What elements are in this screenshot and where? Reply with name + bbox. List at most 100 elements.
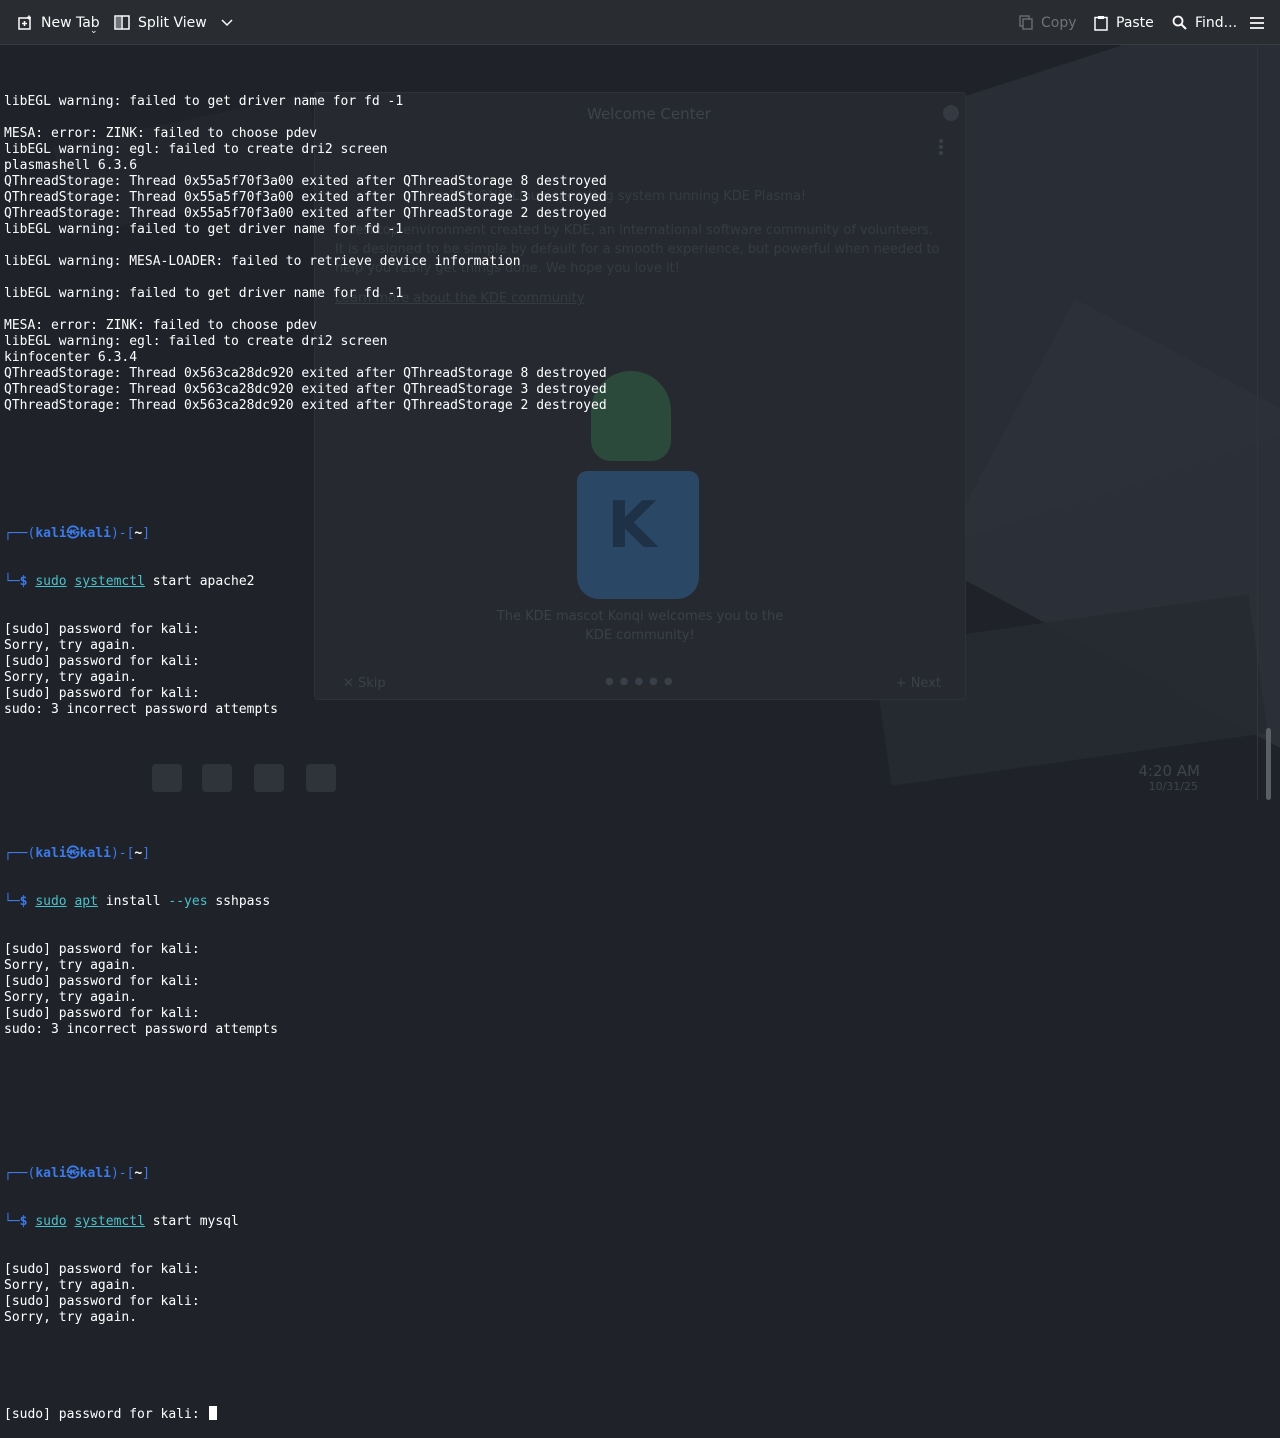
scrollbar[interactable] <box>1257 46 1280 800</box>
terminal-line: Sorry, try again. <box>4 958 138 973</box>
hamburger-menu-icon <box>1250 16 1264 29</box>
terminal-line: libEGL warning: MESA-LOADER: failed to r… <box>4 254 521 269</box>
cmd-sudo: sudo <box>35 894 67 909</box>
terminal-line: QThreadStorage: Thread 0x55a5f70f3a00 ex… <box>4 190 607 205</box>
terminal-line: QThreadStorage: Thread 0x563ca28dc920 ex… <box>4 382 607 397</box>
terminal-line: Sorry, try again. <box>4 1310 138 1325</box>
prompt-box-top: ┌──( <box>4 846 36 861</box>
prompt-line-top: ┌──(kali㉿kali)-[~] <box>4 526 1254 542</box>
terminal-line: QThreadStorage: Thread 0x563ca28dc920 ex… <box>4 366 607 381</box>
prompt-dollar: $ <box>19 894 36 909</box>
command-output: [sudo] password for kali: Sorry, try agai… <box>4 942 1254 1054</box>
paste-label: Paste <box>1116 14 1154 31</box>
chevron-down-icon <box>221 18 233 26</box>
prompt-dollar: $ <box>19 1214 36 1229</box>
command-line: └─$ sudo systemctl start apache2 <box>4 574 1254 590</box>
command-output: [sudo] password for kali: Sorry, try agai… <box>4 622 1254 734</box>
cmd-prog: systemctl <box>74 1214 145 1229</box>
terminal-line: libEGL warning: failed to get driver nam… <box>4 286 404 301</box>
chevron-down-icon[interactable]: ⌄ <box>90 26 98 36</box>
cmd-sudo: sudo <box>35 574 67 589</box>
active-input-line[interactable]: [sudo] password for kali: <box>4 1406 1254 1422</box>
split-view-button[interactable]: Split View <box>114 0 233 45</box>
terminal-line: Sorry, try again. <box>4 670 138 685</box>
prompt-dir: ~ <box>134 846 143 861</box>
cmd-prog: apt <box>74 894 98 909</box>
split-view-label: Split View <box>138 14 207 31</box>
cmd-args: start mysql <box>144 1214 239 1229</box>
prompt-box-bottom: └─ <box>4 894 20 909</box>
terminal-line: Sorry, try again. <box>4 990 138 1005</box>
prompt-box-top: ┌──( <box>4 1166 36 1181</box>
prompt-user: kali㉿kali <box>35 1166 111 1181</box>
terminal-line: QThreadStorage: Thread 0x563ca28dc920 ex… <box>4 398 607 413</box>
prompt-user: kali㉿kali <box>35 846 111 861</box>
command-block: ┌──(kali㉿kali)-[~] └─$ sudo systemctl st… <box>4 494 1254 766</box>
terminal-line: Sorry, try again. <box>4 1278 138 1293</box>
search-icon <box>1172 15 1187 30</box>
copy-button[interactable]: Copy <box>1019 0 1077 45</box>
terminal-line: QThreadStorage: Thread 0x55a5f70f3a00 ex… <box>4 206 607 221</box>
copy-label: Copy <box>1041 14 1077 31</box>
terminal-line: QThreadStorage: Thread 0x55a5f70f3a00 ex… <box>4 174 607 189</box>
prompt-dir: ~ <box>134 1166 143 1181</box>
prompt-line-top: ┌──(kali㉿kali)-[~] <box>4 1166 1254 1182</box>
terminal-line: [sudo] password for kali: <box>4 622 200 637</box>
terminal-line: libEGL warning: failed to get driver nam… <box>4 222 404 237</box>
log-lines: libEGL warning: failed to get driver nam… <box>4 94 1254 430</box>
prompt-bracket: )-[ <box>110 526 135 541</box>
terminal-line: Sorry, try again. <box>4 638 138 653</box>
prompt-bracket-end: ] <box>142 846 151 861</box>
paste-button[interactable]: Paste <box>1094 0 1154 45</box>
terminal-line: kinfocenter 6.3.4 <box>4 350 138 365</box>
copy-icon <box>1019 15 1033 30</box>
prompt-line-top: ┌──(kali㉿kali)-[~] <box>4 846 1254 862</box>
terminal-line: [sudo] password for kali: <box>4 654 200 669</box>
terminal-line: [sudo] password for kali: <box>4 686 200 701</box>
prompt-box-bottom: └─ <box>4 574 20 589</box>
cmd-prog: systemctl <box>74 574 145 589</box>
command-line: └─$ sudo apt install --yes sshpass <box>4 894 1254 910</box>
plus-square-icon <box>18 15 31 30</box>
terminal-line: plasmashell 6.3.6 <box>4 158 138 173</box>
terminal-output[interactable]: libEGL warning: failed to get driver nam… <box>4 62 1254 1438</box>
command-block: ┌──(kali㉿kali)-[~] └─$ sudo systemctl st… <box>4 1134 1254 1358</box>
command-output: [sudo] password for kali: Sorry, try agai… <box>4 1262 1254 1326</box>
password-prompt: [sudo] password for kali: <box>4 1407 208 1422</box>
command-history: ┌──(kali㉿kali)-[~] └─$ sudo systemctl st… <box>4 462 1254 1374</box>
terminal-line: [sudo] password for kali: <box>4 1006 200 1021</box>
new-tab-button[interactable]: New Tab <box>18 0 100 45</box>
terminal-line: MESA: error: ZINK: failed to choose pdev <box>4 318 318 333</box>
text-cursor <box>208 1406 217 1420</box>
terminal-line: sudo: 3 incorrect password attempts <box>4 702 278 717</box>
terminal-line: libEGL warning: egl: failed to create dr… <box>4 334 388 349</box>
hamburger-menu-button[interactable] <box>1249 0 1265 45</box>
terminal-line: MESA: error: ZINK: failed to choose pdev <box>4 126 318 141</box>
prompt-bracket-end: ] <box>142 526 151 541</box>
cmd-opt: --yes <box>168 894 208 909</box>
prompt-box-bottom: └─ <box>4 1214 20 1229</box>
terminal-line: sudo: 3 incorrect password attempts <box>4 1022 278 1037</box>
cmd-rest: sshpass <box>207 894 271 909</box>
prompt-user: kali㉿kali <box>35 526 111 541</box>
prompt-bracket-end: ] <box>142 1166 151 1181</box>
prompt-dollar: $ <box>19 574 36 589</box>
prompt-bracket: )-[ <box>110 1166 135 1181</box>
konsole-toolbar: New Tab ⌄ Split View Copy Paste Find... <box>0 0 1280 45</box>
scrollbar-thumb[interactable] <box>1266 728 1271 800</box>
terminal-line: [sudo] password for kali: <box>4 1262 200 1277</box>
cmd-args: install <box>97 894 169 909</box>
clipboard-icon <box>1094 15 1108 31</box>
find-label: Find... <box>1195 14 1238 31</box>
terminal-line: [sudo] password for kali: <box>4 942 200 957</box>
terminal-line: [sudo] password for kali: <box>4 974 200 989</box>
find-button[interactable]: Find... <box>1172 0 1237 45</box>
prompt-box-top: ┌──( <box>4 526 36 541</box>
